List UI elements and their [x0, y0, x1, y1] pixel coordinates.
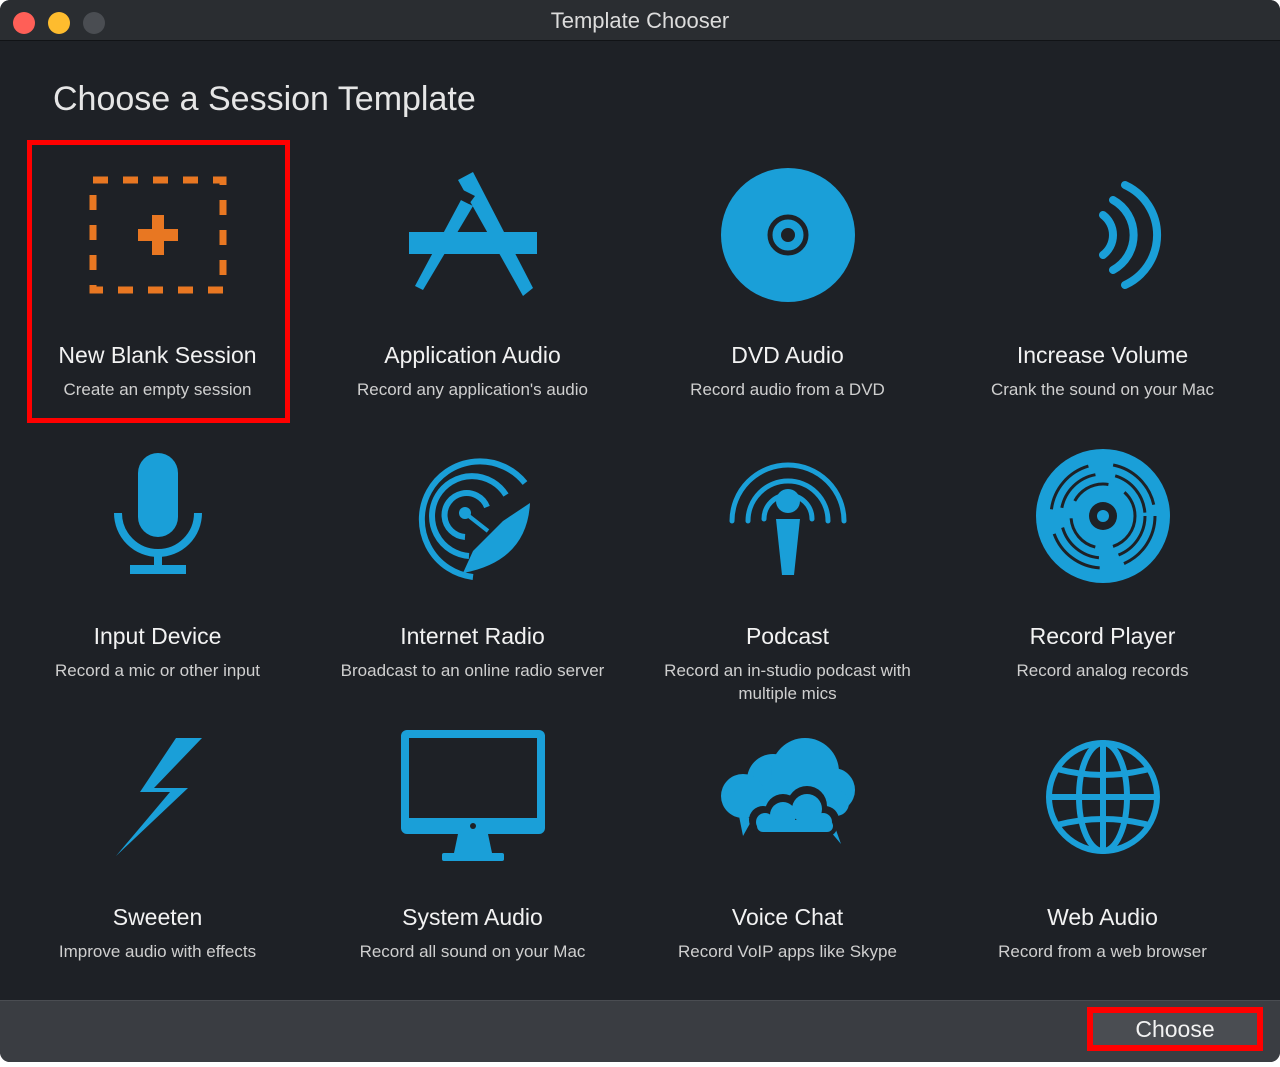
template-description: Broadcast to an online radio server: [340, 661, 605, 680]
podcast-icon: [630, 441, 945, 591]
template-internet-radio[interactable]: Internet Radio Broadcast to an online ra…: [315, 441, 630, 711]
template-title: Sweeten: [112, 904, 203, 930]
template-description: Record VoIP apps like Skype: [678, 942, 897, 961]
selection-highlight: [27, 140, 290, 423]
template-description: Crank the sound on your Mac: [990, 380, 1214, 399]
sound-waves-icon: [945, 160, 1260, 310]
template-description: Record any application's audio: [356, 380, 588, 399]
microphone-icon: [0, 441, 315, 591]
template-title: Web Audio: [1047, 904, 1158, 930]
template-title: Voice Chat: [731, 904, 844, 930]
template-system-audio[interactable]: System Audio Record all sound on your Ma…: [315, 722, 630, 992]
template-sweeten[interactable]: Sweeten Improve audio with effects: [0, 722, 315, 992]
globe-icon: [945, 722, 1260, 872]
lightning-bolt-icon: [0, 722, 315, 872]
template-title: Record Player: [1029, 623, 1176, 649]
template-title: System Audio: [402, 904, 543, 930]
template-chooser-window: Template Chooser Choose a Session Templa…: [0, 0, 1280, 1062]
template-title: DVD Audio: [731, 342, 844, 368]
title-bar: Template Chooser: [0, 0, 1280, 41]
template-title: Podcast: [745, 623, 830, 649]
template-voice-chat[interactable]: Voice Chat Record VoIP apps like Skype: [630, 722, 945, 992]
template-title: Input Device: [93, 623, 222, 649]
clouds-icon: [630, 722, 945, 872]
computer-monitor-icon: [315, 722, 630, 872]
template-description: Record all sound on your Mac: [359, 942, 586, 961]
template-web-audio[interactable]: Web Audio Record from a web browser: [945, 722, 1260, 992]
template-description: Record from a web browser: [998, 942, 1207, 961]
template-description: Record audio from a DVD: [690, 380, 885, 399]
template-title: Application Audio: [384, 342, 561, 368]
template-increase-volume[interactable]: Increase Volume Crank the sound on your …: [945, 160, 1260, 430]
template-podcast[interactable]: Podcast Record an in-studio podcast with…: [630, 441, 945, 711]
template-description: Record a mic or other input: [54, 661, 261, 680]
template-dvd-audio[interactable]: DVD Audio Record audio from a DVD: [630, 160, 945, 430]
template-description: Record analog records: [1016, 661, 1189, 680]
template-record-player[interactable]: Record Player Record analog records: [945, 441, 1260, 711]
page-title: Choose a Session Template: [53, 80, 476, 118]
satellite-dish-icon: [315, 441, 630, 591]
template-description: Improve audio with effects: [58, 942, 257, 961]
vinyl-record-icon: [945, 441, 1260, 591]
template-description: Record an in-studio podcast with multipl…: [664, 661, 911, 703]
disc-icon: [630, 160, 945, 310]
window-title: Template Chooser: [550, 8, 730, 33]
template-input-device[interactable]: Input Device Record a mic or other input: [0, 441, 315, 711]
template-title: Increase Volume: [1016, 342, 1189, 368]
template-application-audio[interactable]: Application Audio Record any application…: [315, 160, 630, 430]
template-title: Internet Radio: [400, 623, 545, 649]
choose-button[interactable]: Choose: [1087, 1007, 1263, 1051]
app-store-icon: [315, 160, 630, 310]
